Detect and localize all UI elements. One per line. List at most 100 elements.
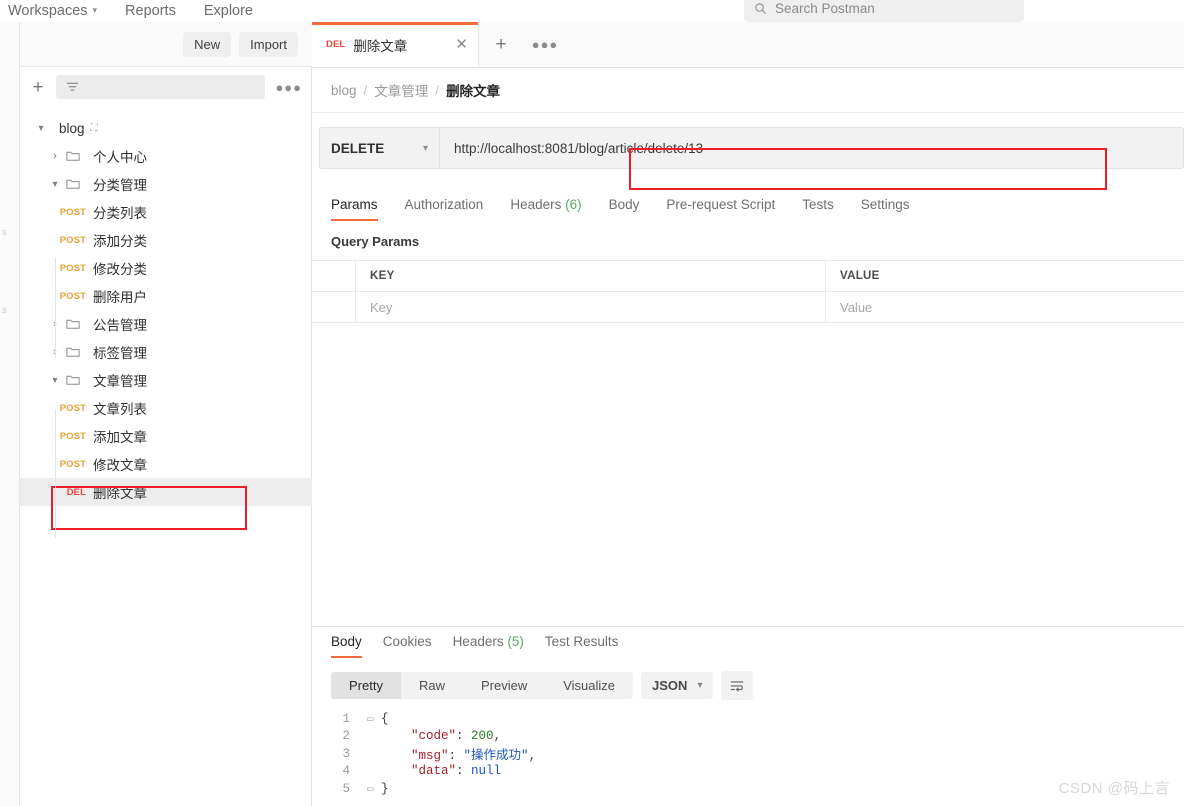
request-tab-headers[interactable]: Headers (6) [510,197,581,221]
key-input-placeholder[interactable]: Key [370,300,392,315]
collection-item-0[interactable]: ▾ blog ⛶ [20,114,312,142]
chevron-right-icon[interactable]: › [44,150,66,162]
sidebar-header: og New Import [0,22,312,67]
edge-ghost-text-1: s [2,227,7,237]
request-item-11[interactable]: POST 添加文章 [20,422,312,450]
request-method-badge: POST [59,262,86,274]
add-collection-icon[interactable]: + [30,78,46,97]
breadcrumb-folder[interactable]: 文章管理 [374,80,428,100]
collection-tree: ▾ blog ⛶ › 个人中心 ▾ 分类管理 POST 分类列表 POST 添加分类 POST 修改分类… [20,114,312,506]
request-tab-authorization[interactable]: Authorization [405,197,484,221]
response-divider [312,626,1184,627]
topnav-workspaces[interactable]: Workspaces ▾ [8,3,97,19]
folder-item-9[interactable]: ▾ 文章管理 [20,366,312,394]
breadcrumb-current: 删除文章 [446,84,501,99]
request-item-label: 添加文章 [93,430,147,445]
shared-icon: ⛶ [90,122,98,134]
tab-label: Body [331,634,362,649]
tab-label: Test Results [544,634,619,649]
request-item-10[interactable]: POST 文章列表 [20,394,312,422]
view-mode-preview[interactable]: Preview [463,672,545,699]
line-number: 1 [342,711,350,726]
fold-marker[interactable]: ▭ [367,712,381,726]
view-mode-raw[interactable]: Raw [401,672,463,699]
code-text: "data": null [411,764,502,779]
request-item-6[interactable]: POST 删除用户 [20,282,312,310]
url-input[interactable]: http://localhost:8081/blog/article/delet… [439,127,1184,169]
new-button[interactable]: New [183,31,232,57]
sidebar-more-icon[interactable]: ●●● [275,80,302,95]
folder-icon [66,179,80,189]
response-tab-test-results[interactable]: Test Results [545,634,619,658]
breadcrumb-root[interactable]: blog [331,83,357,98]
folder-item-2[interactable]: ▾ 分类管理 [20,170,312,198]
ellipsis-icon[interactable]: ●●● [523,22,567,67]
tab-count: (5) [507,634,524,649]
value-input-placeholder[interactable]: Value [840,300,872,315]
table-row[interactable]: Key Value [312,292,1184,323]
close-icon[interactable]: ✕ [455,37,468,52]
request-item-label: 修改分类 [93,262,147,277]
request-tab-pre-request-script[interactable]: Pre-request Script [666,197,775,221]
tab-label: Headers [452,634,504,649]
chevron-down-icon: ▾ [422,142,428,154]
chevron-down-icon[interactable]: ▾ [44,179,66,190]
global-topbar: Workspaces ▾ Reports Explore Search Post… [0,0,1184,22]
word-wrap-button[interactable] [721,671,754,700]
folder-item-8[interactable]: ›标签管理 [20,338,312,366]
request-item-12[interactable]: POST 修改文章 [20,450,312,478]
request-tab-settings[interactable]: Settings [861,197,910,221]
row-checkbox-cell[interactable] [312,292,356,322]
request-method-badge: POST [59,430,86,442]
folder-icon [66,151,80,161]
chevron-down-icon[interactable]: ▾ [30,123,52,134]
global-search[interactable]: Search Postman [744,0,1024,22]
request-item-label: 分类列表 [93,206,147,221]
response-tab-body[interactable]: Body [331,634,362,658]
topnav-reports[interactable]: Reports [125,3,176,19]
request-method-badge: POST [59,458,86,470]
view-mode-pretty[interactable]: Pretty [331,672,401,699]
breadcrumb-separator-1: / [363,82,368,98]
request-section-tabs: Params Authorization Headers (6) Body Pre-re… [331,197,910,221]
request-item-4[interactable]: POST 添加分类 [20,226,312,254]
response-tab-headers[interactable]: Headers (5) [453,634,524,658]
header-checkbox-cell [312,261,356,291]
request-item-3[interactable]: POST 分类列表 [20,198,312,226]
request-tab-body[interactable]: Body [609,197,640,221]
fold-marker[interactable]: ▭ [367,782,381,796]
tab-label: Body [608,197,640,212]
postman-window: Workspaces ▾ Reports Explore Search Post… [0,0,1184,806]
tab-label: Params [331,197,378,212]
request-item-label: 添加分类 [93,234,147,249]
import-button[interactable]: Import [239,31,298,57]
request-method-badge: POST [59,402,86,414]
filter-input[interactable] [56,75,266,99]
folder-item-1[interactable]: › 个人中心 [20,142,312,170]
code-line: 3 "msg": "操作成功", [331,745,1171,764]
edge-ghost-text-2: s [2,305,7,315]
http-method-select[interactable]: DELETE ▾ [319,127,439,169]
request-tab-params[interactable]: Params [331,197,378,221]
request-tab-delete-article[interactable]: DEL 删除文章 ✕ [312,22,479,67]
chevron-down-icon[interactable]: ▾ [44,375,66,386]
response-tab-cookies[interactable]: Cookies [383,634,432,658]
request-item-5[interactable]: POST 修改分类 [20,254,312,282]
view-mode-visualize[interactable]: Visualize [545,672,633,699]
response-format-select[interactable]: JSON ▾ [641,672,714,699]
code-line: 2 "code": 200, [331,728,1171,746]
search-icon [755,2,766,14]
request-item-label: 修改文章 [93,458,147,473]
folder-label: 标签管理 [93,346,147,361]
plus-icon[interactable]: + [479,22,523,67]
tab-label: Cookies [382,634,432,649]
request-tab-tests[interactable]: Tests [802,197,834,221]
response-body-code: 1 ▭{2 "code": 200, 3 "msg": "操作成功", 4 "data… [331,710,1171,798]
request-item-13[interactable]: DEL 删除文章 [20,478,312,506]
folder-icon [66,347,80,357]
folder-label: 分类管理 [93,178,147,193]
tab-label: Tests [802,197,834,212]
folder-item-7[interactable]: ›公告管理 [20,310,312,338]
topnav-explore[interactable]: Explore [204,3,253,19]
tab-label: Pre-request Script [666,197,776,212]
